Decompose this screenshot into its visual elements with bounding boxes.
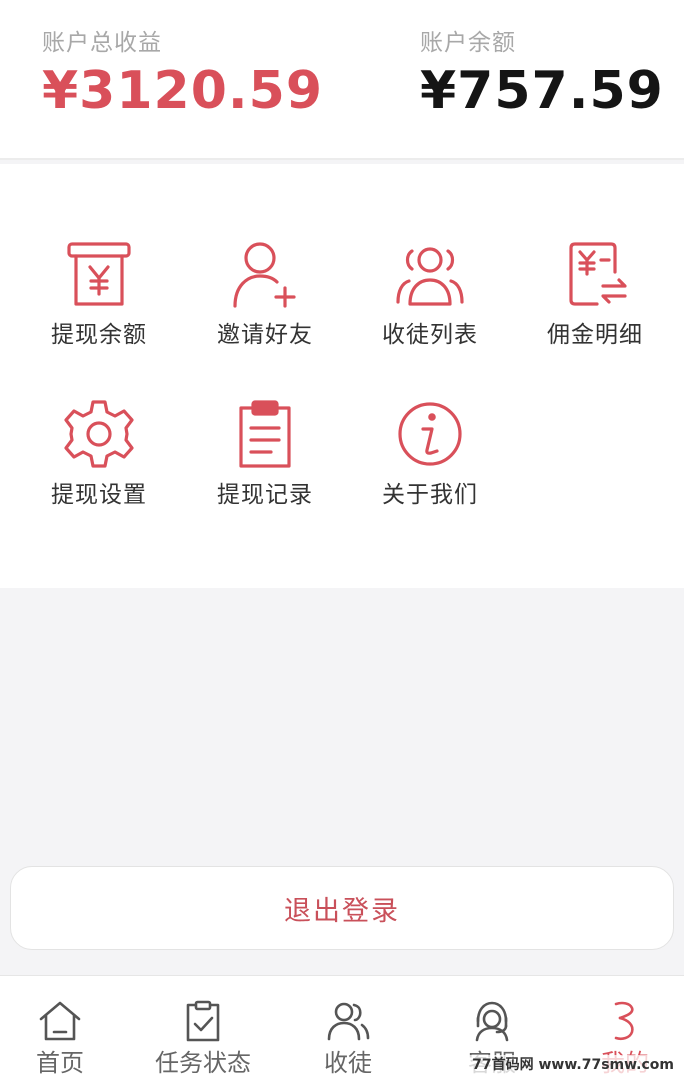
- tab-label-task-status: 任务状态: [155, 1049, 251, 1077]
- menu-item-apprentice-list[interactable]: 收徒列表: [355, 236, 505, 366]
- menu-label-apprentice-list: 收徒列表: [382, 322, 478, 348]
- logout-label: 退出登录: [284, 895, 400, 927]
- menu-item-withdraw-balance[interactable]: 提现余额: [24, 236, 174, 366]
- gear-icon: [64, 400, 134, 468]
- apprentice-list-icon: [396, 247, 464, 306]
- menu-label-about-us: 关于我们: [382, 482, 478, 508]
- logout-button[interactable]: 退出登录: [10, 866, 674, 950]
- menu-label-withdraw-balance: 提现余额: [51, 322, 147, 348]
- menu-label-withdraw-records: 提现记录: [217, 482, 313, 508]
- clipboard-icon: [239, 400, 291, 468]
- commission-detail-icon: [569, 242, 627, 306]
- info-icon: [398, 402, 462, 466]
- invite-friend-icon: [233, 242, 296, 308]
- home-icon: [39, 1001, 81, 1041]
- task-status-icon: [186, 1000, 220, 1042]
- earnings-summary: 账户总收益 ¥3120.59 账户余额 ¥757.59: [0, 0, 684, 160]
- site-watermark: 77首码网 www.77smw.com: [468, 1055, 678, 1075]
- function-menu: 提现余额 邀请好友 收徒列表 佣金明细 提现设置 提现记录 关于我们: [0, 164, 684, 588]
- total-earnings-stat: 账户总收益 ¥3120.59: [42, 28, 323, 122]
- menu-item-withdraw-settings[interactable]: 提现设置: [24, 396, 174, 526]
- menu-label-invite-friend: 邀请好友: [217, 322, 313, 348]
- profile-page: 账户总收益 ¥3120.59 账户余额 ¥757.59 提现余额 邀请好友 收徒…: [0, 0, 684, 1081]
- tab-home[interactable]: 首页: [0, 976, 120, 1081]
- tab-task-status[interactable]: 任务状态: [143, 976, 263, 1081]
- menu-label-withdraw-settings: 提现设置: [51, 482, 147, 508]
- withdraw-balance-icon: [67, 242, 131, 306]
- menu-item-commission-detail[interactable]: 佣金明细: [520, 236, 670, 366]
- menu-label-commission-detail: 佣金明细: [547, 322, 643, 348]
- tab-label-apprentice: 收徒: [324, 1049, 372, 1077]
- users-icon: [327, 1002, 370, 1041]
- tab-label-home: 首页: [36, 1049, 84, 1077]
- account-balance-stat: 账户余额 ¥757.59: [420, 28, 664, 122]
- menu-item-invite-friend[interactable]: 邀请好友: [190, 236, 340, 366]
- customer-service-icon: [475, 1001, 509, 1042]
- total-earnings-value: ¥3120.59: [42, 61, 324, 121]
- account-balance-label: 账户余额: [420, 30, 516, 56]
- total-earnings-label: 账户总收益: [42, 30, 162, 56]
- account-balance-value: ¥757.59: [420, 61, 664, 121]
- tab-apprentice[interactable]: 收徒: [288, 976, 408, 1081]
- menu-item-about-us[interactable]: 关于我们: [355, 396, 505, 526]
- menu-item-withdraw-records[interactable]: 提现记录: [190, 396, 340, 526]
- profile-icon: [614, 1001, 634, 1041]
